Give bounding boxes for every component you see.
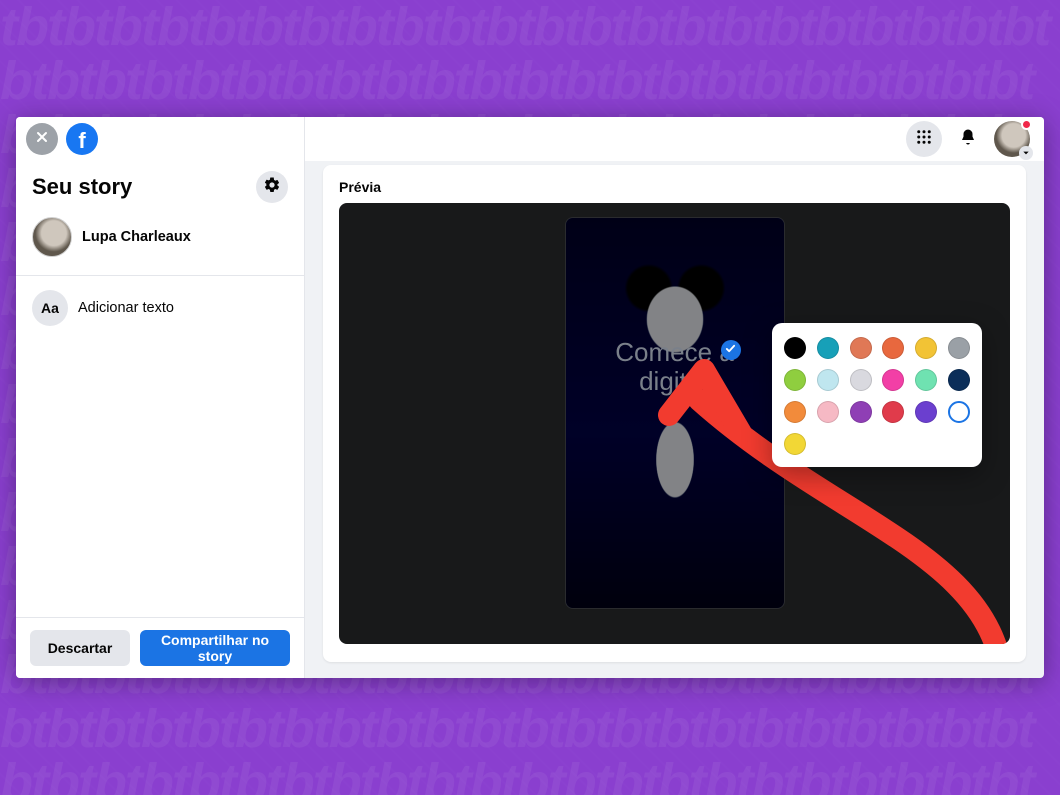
discard-button[interactable]: Descartar [30,630,130,666]
color-swatch[interactable] [948,401,970,423]
close-button[interactable] [26,123,58,155]
swatch-grid [784,337,970,455]
avatar [32,217,72,257]
color-swatch[interactable] [882,337,904,359]
main-topbar [305,117,1044,161]
facebook-logo[interactable]: f [66,123,98,155]
text-placeholder[interactable]: Comece a digitar [566,338,784,396]
grid-icon [915,128,933,151]
sidebar: f Seu story Lupa Charleaux Aa Adicionar … [16,117,305,678]
sidebar-header: Seu story [16,161,304,203]
bell-icon [959,128,977,151]
color-swatch[interactable] [850,369,872,391]
chevron-down-icon [1019,146,1033,160]
share-button[interactable]: Compartilhar no story [140,630,290,666]
facebook-story-editor: f Seu story Lupa Charleaux Aa Adicionar … [16,117,1044,678]
add-text-tool[interactable]: Aa Adicionar texto [16,276,304,340]
color-swatch[interactable] [817,369,839,391]
main: Prévia Comece a digitar [305,117,1044,678]
color-swatch[interactable] [948,369,970,391]
story-canvas[interactable]: Comece a digitar [565,217,785,609]
color-swatch[interactable] [850,337,872,359]
confirm-text-button[interactable] [721,340,741,360]
text-icon: Aa [32,290,68,326]
gear-icon [263,176,281,199]
settings-button[interactable] [256,171,288,203]
color-swatch[interactable] [850,401,872,423]
preview-label: Prévia [339,179,1010,195]
color-palette [772,323,982,467]
color-swatch[interactable] [915,369,937,391]
close-icon [34,129,50,150]
account-menu[interactable] [994,121,1030,157]
color-swatch[interactable] [882,369,904,391]
notifications-button[interactable] [950,121,986,157]
color-swatch[interactable] [882,401,904,423]
color-swatch[interactable] [948,337,970,359]
color-swatch[interactable] [784,337,806,359]
story-image [566,218,784,608]
facebook-logo-icon: f [78,130,85,152]
author-name: Lupa Charleaux [82,229,191,245]
preview-card: Prévia Comece a digitar [323,165,1026,662]
menu-grid-button[interactable] [906,121,942,157]
color-swatch[interactable] [784,433,806,455]
author-row[interactable]: Lupa Charleaux [16,203,304,276]
preview-stage[interactable]: Comece a digitar [339,203,1010,644]
color-swatch[interactable] [784,369,806,391]
color-swatch[interactable] [784,401,806,423]
color-swatch[interactable] [915,401,937,423]
sidebar-topbar: f [16,117,304,161]
text-placeholder-line2: digitar [639,366,710,396]
sidebar-title: Seu story [32,174,132,200]
color-swatch[interactable] [915,337,937,359]
color-swatch[interactable] [817,401,839,423]
sidebar-footer: Descartar Compartilhar no story [16,617,304,678]
check-icon [725,341,736,359]
add-text-label: Adicionar texto [78,300,174,316]
notification-dot-icon [1021,119,1032,130]
color-swatch[interactable] [817,337,839,359]
text-placeholder-line1: Comece a [615,337,734,367]
